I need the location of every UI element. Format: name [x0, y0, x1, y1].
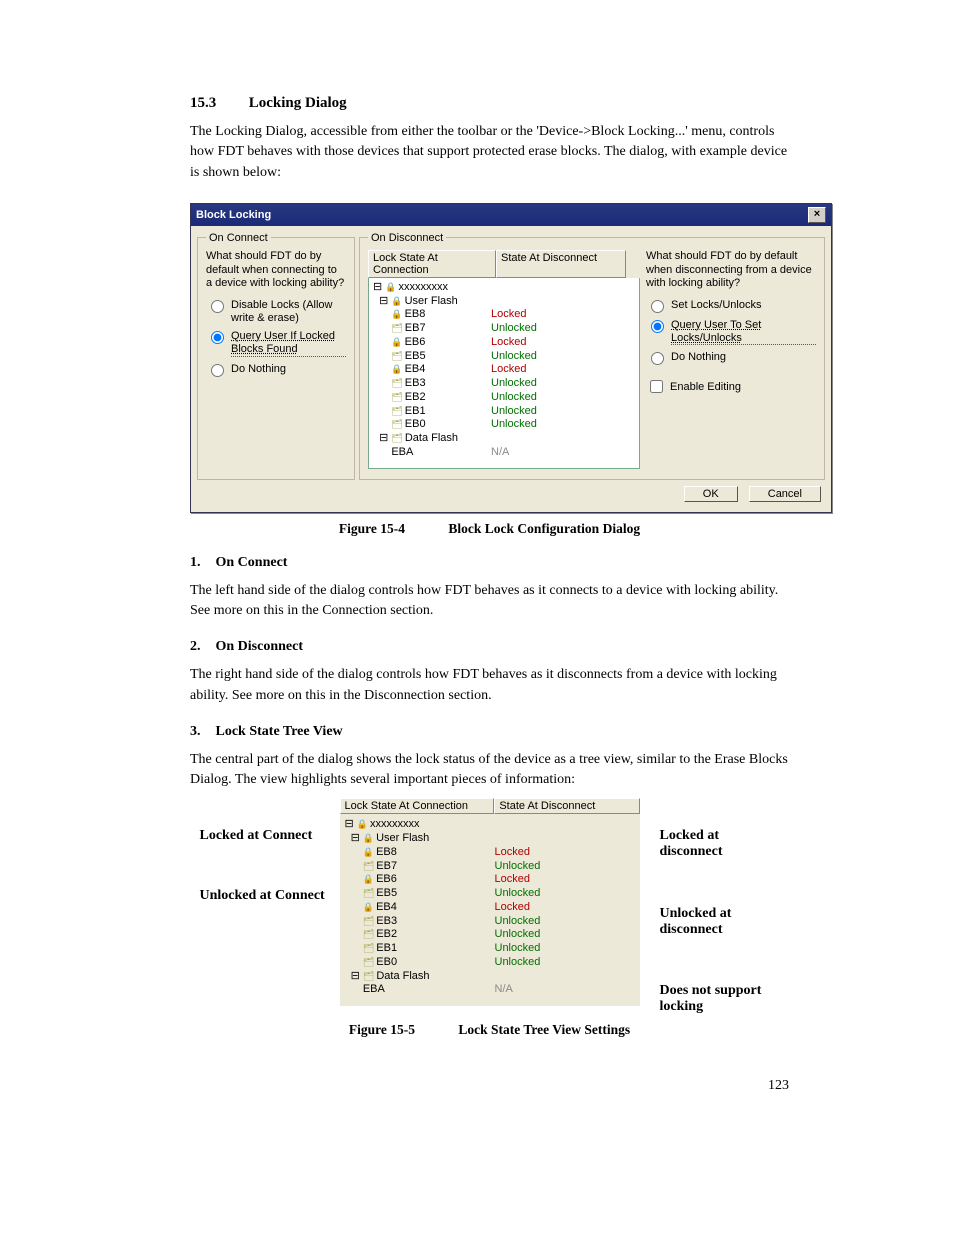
on-connect-option[interactable]: Do Nothing [206, 363, 346, 377]
enable-editing-checkbox[interactable]: Enable Editing [646, 377, 816, 396]
tree-row[interactable]: EB7Unlocked [373, 322, 635, 336]
close-icon[interactable]: × [808, 207, 826, 223]
label-locked-at-disc: Locked at disconnect [660, 828, 770, 859]
tree-userflash[interactable]: ⊟ User Flash [373, 295, 635, 309]
on-connect-legend: On Connect [206, 232, 271, 244]
tree-dataflash[interactable]: ⊟ Data Flash [373, 432, 635, 446]
section-heading: 15.3 Locking Dialog [190, 95, 789, 112]
section-title-text: Locking Dialog [249, 95, 347, 111]
sub-2-text: The right hand side of the dialog contro… [190, 665, 789, 706]
fig2-col1: Lock State At Connection [340, 798, 495, 814]
radio-input[interactable] [211, 300, 224, 313]
tree-row[interactable]: EB1Unlocked [373, 405, 635, 419]
tree-row[interactable]: EB0Unlocked [373, 418, 635, 432]
sub-1-heading: 1. On Connect [190, 555, 789, 571]
tree-row[interactable]: EB2Unlocked [345, 928, 635, 942]
radio-label: Disable Locks (Allow write & erase) [231, 299, 346, 324]
figure-1-number: Figure 15-4 [339, 521, 405, 536]
label-locked-at-connect: Locked at Connect [200, 828, 313, 843]
radio-label: Do Nothing [671, 351, 726, 364]
radio-input[interactable] [651, 300, 664, 313]
tree-row[interactable]: EB6Locked [373, 336, 635, 350]
tree-userflash[interactable]: ⊟ User Flash [345, 832, 635, 846]
figure-2-number: Figure 15-5 [349, 1022, 415, 1037]
fig2-tree-header: Lock State At Connection State At Discon… [340, 798, 640, 814]
figure-2: Locked at Connect Unlocked at Connect Lo… [210, 798, 770, 1006]
radio-label: Set Locks/Unlocks [671, 299, 761, 312]
col-header-lockstate: Lock State At Connection [368, 250, 496, 278]
tree-row[interactable]: EBAN/A [345, 983, 635, 997]
intro-paragraph: The Locking Dialog, accessible from eith… [190, 122, 789, 183]
lock-tree[interactable]: ⊟ xxxxxxxxx ⊟ User Flash EB8Locked EB7Un… [368, 278, 640, 469]
on-connect-group: On Connect What should FDT do by default… [197, 232, 355, 480]
on-connect-option[interactable]: Disable Locks (Allow write & erase) [206, 299, 346, 324]
tree-row[interactable]: EB5Unlocked [373, 350, 635, 364]
sub-2-heading: 2. On Disconnect [190, 639, 789, 655]
tree-row[interactable]: EB4Locked [345, 901, 635, 915]
ok-button[interactable]: OK [684, 486, 738, 502]
tree-root[interactable]: ⊟ xxxxxxxxx [373, 281, 635, 295]
fig2-tree: ⊟ xxxxxxxxx ⊟ User Flash EB8Locked EB7Un… [340, 814, 640, 1006]
radio-label: Query User If Locked Blocks Found [231, 330, 346, 356]
cancel-button[interactable]: Cancel [749, 486, 821, 502]
tree-row[interactable]: EB4Locked [373, 363, 635, 377]
tree-row[interactable]: EB3Unlocked [345, 915, 635, 929]
tree-row[interactable]: EB8Locked [345, 846, 635, 860]
on-disconnect-option[interactable]: Set Locks/Unlocks [646, 299, 816, 313]
radio-input[interactable] [211, 364, 224, 377]
page-number: 123 [190, 1078, 789, 1094]
tree-row[interactable]: EBAN/A [373, 446, 635, 460]
on-connect-question: What should FDT do by default when conne… [206, 250, 346, 291]
tree-row[interactable]: EB6Locked [345, 873, 635, 887]
radio-input[interactable] [651, 320, 664, 333]
tree-row[interactable]: EB3Unlocked [373, 377, 635, 391]
sub-1-text: The left hand side of the dialog control… [190, 581, 789, 622]
figure-2-caption: Figure 15-5 Lock State Tree View Setting… [190, 1022, 789, 1038]
tree-row[interactable]: EB2Unlocked [373, 391, 635, 405]
on-disconnect-legend: On Disconnect [368, 232, 446, 244]
label-unlocked-at-disc: Unlocked at disconnect [660, 906, 770, 937]
tree-header: Lock State At Connection State At Discon… [368, 250, 640, 278]
label-no-support: Does not support locking [660, 983, 770, 1014]
sub-3-heading: 3. Lock State Tree View [190, 724, 789, 740]
fig2-col2: State At Disconnect [494, 798, 639, 814]
figure-2-text: Lock State Tree View Settings [458, 1022, 630, 1037]
on-connect-option[interactable]: Query User If Locked Blocks Found [206, 330, 346, 356]
figure-1-text: Block Lock Configuration Dialog [448, 521, 640, 536]
on-disconnect-group: On Disconnect Lock State At Connection S… [359, 232, 825, 480]
section-number: 15.3 [190, 95, 245, 112]
dialog-title: Block Locking [196, 209, 271, 221]
tree-dataflash[interactable]: ⊟ Data Flash [345, 970, 635, 984]
radio-label: Do Nothing [231, 363, 286, 376]
radio-input[interactable] [651, 352, 664, 365]
label-unlocked-at-connect: Unlocked at Connect [200, 888, 325, 903]
radio-label: Query User To Set Locks/Unlocks [671, 319, 816, 345]
on-disconnect-option[interactable]: Query User To Set Locks/Unlocks [646, 319, 816, 345]
tree-row[interactable]: EB8Locked [373, 308, 635, 322]
radio-input[interactable] [211, 331, 224, 344]
tree-row[interactable]: EB5Unlocked [345, 887, 635, 901]
figure-1-caption: Figure 15-4 Block Lock Configuration Dia… [190, 521, 789, 537]
tree-root[interactable]: ⊟ xxxxxxxxx [345, 818, 635, 832]
on-disconnect-option[interactable]: Do Nothing [646, 351, 816, 365]
tree-row[interactable]: EB7Unlocked [345, 860, 635, 874]
block-locking-dialog: Block Locking × On Connect What should F… [190, 203, 832, 513]
tree-row[interactable]: EB1Unlocked [345, 942, 635, 956]
sub-3-text: The central part of the dialog shows the… [190, 750, 789, 791]
tree-row[interactable]: EB0Unlocked [345, 956, 635, 970]
enable-editing-input[interactable] [650, 380, 663, 393]
on-disconnect-question: What should FDT do by default when disco… [646, 250, 816, 291]
enable-editing-label: Enable Editing [670, 381, 741, 393]
dialog-titlebar: Block Locking × [191, 204, 831, 226]
col-header-disconnect: State At Disconnect [496, 250, 626, 278]
